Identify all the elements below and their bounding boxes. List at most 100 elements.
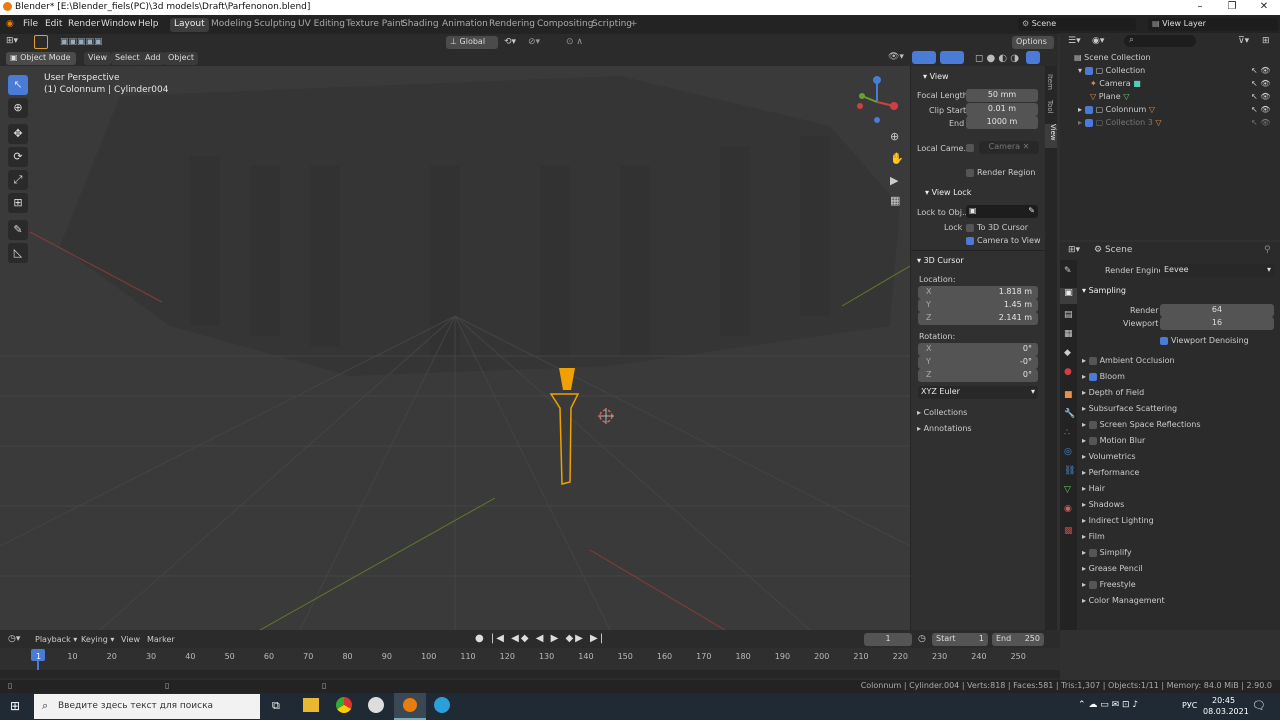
camera-to-view-checkbox[interactable]: Camera to View — [966, 236, 1041, 245]
close-icon[interactable]: ✕ — [1248, 0, 1280, 15]
collections-section[interactable]: ▸ Collections — [917, 408, 967, 417]
pin-icon[interactable]: ⚲ — [1264, 245, 1271, 255]
focal-length-field[interactable]: 50 mm — [966, 89, 1038, 102]
view-layer-tab-icon[interactable]: ▦ — [1064, 329, 1073, 339]
snap-icon[interactable]: ⊘▾ — [528, 37, 540, 47]
color-management-section[interactable]: ▸ Color Management — [1082, 596, 1165, 605]
rotate-tool-button[interactable]: ⟳ — [8, 147, 28, 167]
local-camera-checkbox[interactable] — [966, 144, 974, 152]
view-layer-selector[interactable]: ▤ View Layer — [1148, 18, 1278, 31]
tab-view[interactable]: View — [1045, 124, 1057, 148]
file-menu[interactable]: File — [23, 19, 38, 29]
render-engine-dropdown[interactable]: Eevee ▾ — [1160, 264, 1275, 277]
viewport-denoising-checkbox[interactable]: Viewport Denoising — [1160, 336, 1249, 345]
properties-editor-icon[interactable]: ⊞▾ — [1068, 245, 1080, 255]
tab-animation[interactable]: Animation — [438, 18, 492, 32]
transform-orientation-dropdown[interactable]: ⊥ Global — [446, 36, 498, 49]
pivot-icon[interactable]: ⟲▾ — [504, 37, 516, 47]
window-menu[interactable]: Window — [101, 19, 137, 29]
modifier-tab-icon[interactable]: 🔧 — [1064, 409, 1075, 419]
cursor-rotation-z[interactable]: Z 0° — [918, 369, 1038, 382]
motion-blur-section[interactable]: ▸ Motion Blur — [1082, 436, 1145, 445]
3d-cursor-section-title[interactable]: ▾ 3D Cursor — [917, 256, 964, 265]
material-tab-icon[interactable]: ◉ — [1064, 504, 1072, 514]
tab-scripting[interactable]: Scripting — [588, 18, 636, 32]
blender-taskbar-button[interactable] — [394, 693, 426, 720]
outliner-row-camera[interactable]: ✦ Camera ■ ↖ 👁 — [1090, 79, 1278, 88]
selected-cylinder-object[interactable] — [545, 364, 585, 489]
subsurface-scattering-section[interactable]: ▸ Subsurface Scattering — [1082, 404, 1177, 413]
view-section-title[interactable]: ▾ View — [923, 72, 949, 81]
tab-layout[interactable]: Layout — [170, 18, 209, 32]
timeline-editor-icon[interactable]: ◷▾ — [8, 634, 20, 644]
zoom-icon[interactable]: ⊕ — [890, 130, 899, 143]
rotation-mode-dropdown[interactable]: XYZ Euler ▾ — [918, 386, 1038, 399]
selection-mode-icons[interactable]: ▣▣▣▣▣ — [60, 37, 103, 47]
hair-section[interactable]: ▸ Hair — [1082, 484, 1105, 493]
taskbar-search-box[interactable]: ⌕ Введите здесь текст для поиска — [34, 694, 260, 719]
scale-tool-button[interactable]: ⤢ — [8, 170, 28, 190]
tab-tool[interactable]: Tool — [1046, 100, 1054, 114]
filter-icon[interactable]: ⊽▾ — [1238, 36, 1249, 46]
object-menu[interactable]: Object — [164, 52, 199, 65]
select-tool-button[interactable]: ↖ — [8, 75, 28, 95]
navigation-gizmo[interactable] — [852, 74, 902, 124]
pan-hand-icon[interactable]: ✋ — [890, 152, 904, 165]
grease-pencil-section[interactable]: ▸ Grease Pencil — [1082, 564, 1143, 573]
ortho-grid-icon[interactable]: ▦ — [890, 194, 900, 207]
move-tool-button[interactable]: ✥ — [8, 124, 28, 144]
edit-menu[interactable]: Edit — [45, 19, 62, 29]
visibility-icon[interactable]: 👁▾ — [888, 52, 904, 62]
select-menu[interactable]: Select — [111, 52, 144, 65]
blender-menu-icon[interactable]: ◉ — [6, 19, 14, 29]
outliner-search-input[interactable]: ⌕ — [1124, 35, 1196, 47]
outliner-row-plane[interactable]: ▽ Plane ▽ ↖ 👁 — [1090, 92, 1278, 101]
render-region-checkbox[interactable]: Render Region — [966, 168, 1035, 177]
outliner-row-collection-3[interactable]: ▸ ▢ Collection 3 ▽ ↖ 👁 — [1078, 118, 1278, 127]
measure-tool-button[interactable]: ◺ — [8, 243, 28, 263]
playback-controls[interactable]: ● |◀ ◀◆ ◀ ▶ ◆▶ ▶| — [475, 633, 605, 644]
editor-type-icon[interactable]: ⊞▾ — [6, 36, 18, 46]
select-box-icon[interactable] — [34, 35, 48, 49]
shading-mode-icons[interactable]: ◻ ● ◐ ◑ — [975, 53, 1019, 64]
start-frame-field[interactable]: Start 1 — [932, 633, 988, 646]
tab-item[interactable]: Item — [1046, 74, 1054, 90]
render-samples-field[interactable]: 64 — [1160, 304, 1274, 317]
object-tab-icon[interactable]: ■ — [1064, 390, 1073, 400]
depth-of-field-section[interactable]: ▸ Depth of Field — [1082, 388, 1144, 397]
outliner-row-colonnum[interactable]: ▸ ▢ Colonnum ▽ ↖ 👁 — [1078, 105, 1278, 114]
cursor-location-z[interactable]: Z 2.141 m — [918, 312, 1038, 325]
keying-menu[interactable]: Keying ▾ — [81, 635, 114, 644]
indirect-lighting-section[interactable]: ▸ Indirect Lighting — [1082, 516, 1154, 525]
ambient-occlusion-section[interactable]: ▸ Ambient Occlusion — [1082, 356, 1175, 365]
shadows-section[interactable]: ▸ Shadows — [1082, 500, 1124, 509]
clock-time[interactable]: 20:45 — [1212, 696, 1235, 705]
cursor-location-y[interactable]: Y 1.45 m — [918, 299, 1038, 312]
proportional-edit-icon[interactable]: ⊙ ∧ — [566, 37, 583, 47]
to-3d-cursor-checkbox[interactable]: To 3D Cursor — [966, 223, 1028, 232]
render-tab-icon[interactable]: ▣ — [1060, 288, 1077, 304]
transform-tool-button[interactable]: ⊞ — [8, 193, 28, 213]
particles-tab-icon[interactable]: ∴ — [1064, 428, 1070, 438]
current-frame-field[interactable]: 1 — [864, 633, 912, 646]
timeline-view-menu[interactable]: View — [121, 635, 140, 644]
marker-menu[interactable]: Marker — [147, 635, 175, 644]
cursor-rotation-x[interactable]: X 0° — [918, 343, 1038, 356]
cursor-rotation-y[interactable]: Y -0° — [918, 356, 1038, 369]
end-frame-field[interactable]: End 250 — [992, 633, 1044, 646]
view-lock-title[interactable]: ▾ View Lock — [925, 188, 971, 197]
world-tab-icon[interactable]: ● — [1064, 367, 1072, 377]
constraints-tab-icon[interactable]: ⛓ — [1064, 466, 1075, 476]
simplify-section[interactable]: ▸ Simplify — [1082, 548, 1132, 557]
scene-collection-row[interactable]: ▤ Scene Collection — [1074, 53, 1151, 62]
tray-icons[interactable]: ⌃ ☁ ▭ ✉ ⊡ ♪ — [1078, 700, 1138, 710]
render-menu[interactable]: Render — [68, 19, 100, 29]
scene-tab-icon[interactable]: ◆ — [1064, 348, 1071, 358]
language-indicator[interactable]: РУС — [1182, 701, 1197, 710]
outliner-row-collection[interactable]: ▾ ▢ Collection ↖ 👁 — [1078, 66, 1278, 75]
options-dropdown[interactable]: Options — [1012, 36, 1054, 49]
outliner-editor-icon[interactable]: ☰▾ — [1068, 36, 1081, 46]
task-view-icon[interactable]: ⧉ — [272, 699, 280, 713]
view-menu[interactable]: View — [84, 52, 111, 65]
add-workspace-icon[interactable]: + — [630, 19, 638, 29]
